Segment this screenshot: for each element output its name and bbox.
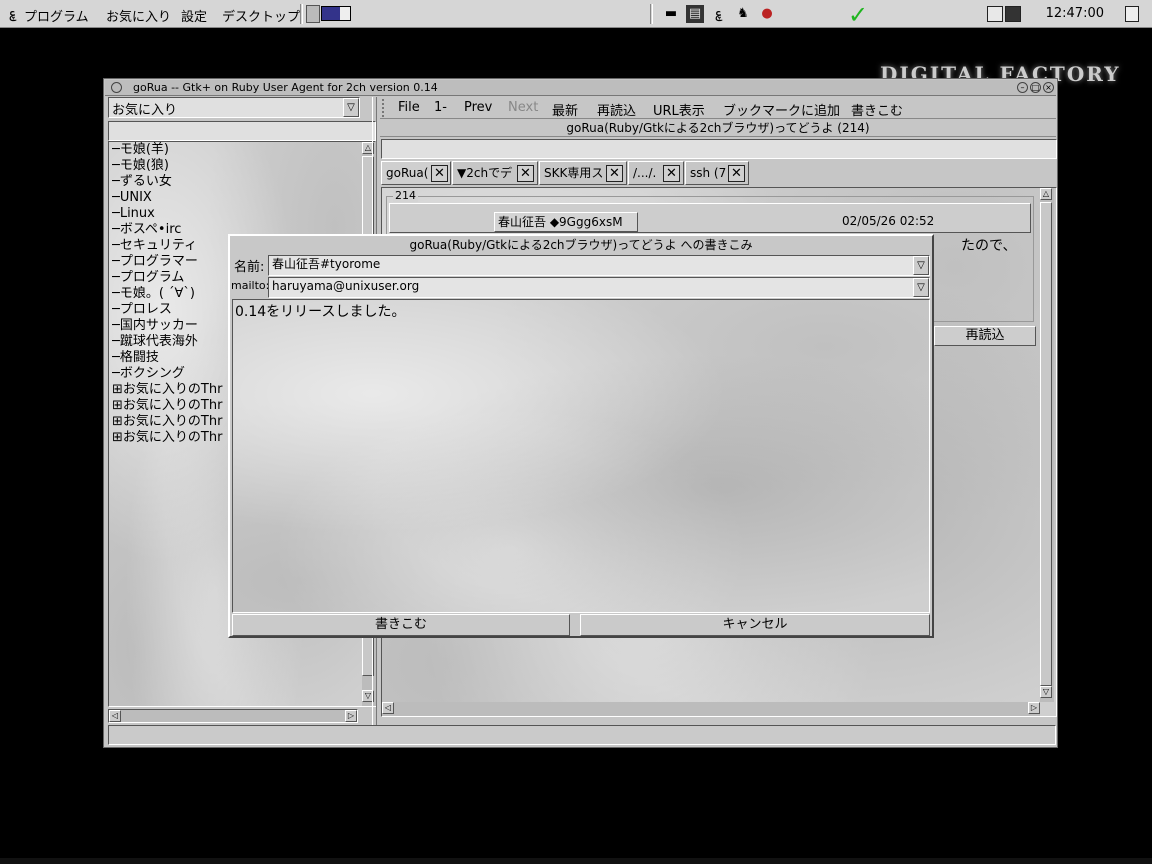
tab-ssh[interactable]: ssh (7 ✕ <box>685 161 749 185</box>
gnome-foot-launcher-icon[interactable]: ࢳ <box>710 5 728 23</box>
fish-icon[interactable]: ● <box>758 5 776 23</box>
workspace-2-icon[interactable] <box>1005 6 1021 22</box>
thread-vscrollbar[interactable]: △ ▽ <box>1040 188 1054 702</box>
post-number: 214 <box>393 189 418 202</box>
drive-icon[interactable]: ▬ <box>662 5 680 23</box>
panel-separator <box>300 4 303 24</box>
favorites-combo[interactable]: お気に入り ▽ <box>108 97 360 118</box>
scroll-left-icon[interactable]: ◁ <box>382 702 394 714</box>
tab-bar: goRua( ✕ ▼2chでデ ✕ SKK専用ス ✕ /.../. ✕ ssh … <box>381 161 1057 187</box>
cancel-button[interactable]: キャンセル <box>580 614 930 636</box>
panel-separator <box>650 4 653 24</box>
tab-label: ssh (7 <box>690 166 727 180</box>
message-text: 0.14をリリースしました。 <box>235 304 406 320</box>
minimize-icon[interactable]: – <box>1017 82 1028 93</box>
menu-programs[interactable]: プログラム <box>24 6 89 25</box>
menu-next[interactable]: Next <box>508 100 538 115</box>
mail-field[interactable]: haruyama@unixuser.org ▽ <box>268 277 930 298</box>
tree-hscrollbar[interactable]: ◁ ▷ <box>108 709 358 723</box>
submit-button[interactable]: 書きこむ <box>232 614 570 636</box>
tab-label: SKK専用ス <box>544 166 604 180</box>
bottom-taskbar[interactable] <box>0 858 1152 864</box>
top-panel: ࢳ プログラム お気に入り 設定 デスクトップ ▬ ▤ ࢳ ♞ ● ✓ 12:4… <box>0 0 1152 29</box>
tab-2ch[interactable]: ▼2chでデ ✕ <box>452 161 538 185</box>
close-tab-icon[interactable]: ✕ <box>606 165 623 182</box>
workspace-1-icon[interactable] <box>987 6 1003 22</box>
scroll-right-icon[interactable]: ▷ <box>1028 702 1040 714</box>
url-field[interactable] <box>381 139 1057 159</box>
menu-latest[interactable]: 最新 <box>552 100 578 119</box>
mail-label: mailto: <box>231 279 269 292</box>
post-header: 春山征吾 ◆9Ggg6xsM 02/05/26 02:52 <box>389 203 1031 233</box>
menu-write[interactable]: 書きこむ <box>851 100 903 119</box>
tree-item[interactable]: ─モ娘(狼) <box>112 158 352 174</box>
gnome-foot-icon[interactable]: ࢳ <box>4 5 22 23</box>
tree-item[interactable]: ─UNIX <box>112 190 352 206</box>
tree-item[interactable]: ─モ娘(羊) <box>112 142 352 158</box>
favorites-combo-value: お気に入り <box>112 103 178 118</box>
tab-label: goRua( <box>386 166 429 180</box>
menu-file[interactable]: File <box>398 100 420 115</box>
write-dialog: goRua(Ruby/Gtkによる2chブラウザ)ってどうよ への書きこみ 名前… <box>228 234 934 638</box>
message-textarea[interactable]: 0.14をリリースしました。 <box>232 299 930 613</box>
window-title: goRua -- Gtk+ on Ruby User Agent for 2ch… <box>133 81 438 94</box>
tree-item[interactable]: ─Linux <box>112 206 352 222</box>
thread-hscrollbar[interactable]: ◁ ▷ <box>382 702 1040 716</box>
status-bar <box>108 725 1056 745</box>
post-date: 02/05/26 02:52 <box>842 214 935 228</box>
tab-skk[interactable]: SKK専用ス ✕ <box>539 161 627 185</box>
window-menu-icon[interactable] <box>111 82 122 93</box>
menu-desktop[interactable]: デスクトップ <box>222 6 300 25</box>
close-icon[interactable]: × <box>1043 82 1054 93</box>
name-label: 名前: <box>234 260 265 275</box>
tab-slashdot[interactable]: /.../. ✕ <box>628 161 684 185</box>
menu-first[interactable]: 1- <box>434 100 447 115</box>
menu-prev[interactable]: Prev <box>464 100 492 115</box>
close-tab-icon[interactable]: ✕ <box>728 165 745 182</box>
tab-label: ▼2chでデ <box>457 166 513 180</box>
menubar: File 1- Prev Next 最新 再読込 URL表示 ブックマークに追加… <box>380 97 1056 119</box>
gimp-icon[interactable]: ♞ <box>734 5 752 23</box>
reload-button[interactable]: 再読込 <box>934 326 1036 346</box>
scroll-down-icon[interactable]: ▽ <box>1040 686 1052 698</box>
scroll-up-icon[interactable]: △ <box>1040 188 1052 200</box>
menu-url[interactable]: URL表示 <box>653 100 705 119</box>
window-titlebar[interactable]: goRua -- Gtk+ on Ruby User Agent for 2ch… <box>105 80 1056 96</box>
volume-icon[interactable] <box>306 5 320 23</box>
thread-title: goRua(Ruby/Gtkによる2chブラウザ)ってどうよ (214) <box>380 120 1056 137</box>
menu-favorites[interactable]: お気に入り <box>106 6 171 25</box>
maximize-icon[interactable]: □ <box>1030 82 1041 93</box>
tab-label: /.../. <box>633 166 657 180</box>
panel-hide-button[interactable] <box>1125 6 1139 22</box>
chevron-down-icon[interactable]: ▽ <box>913 278 929 297</box>
name-field-value: 春山征吾#tyorome <box>272 257 381 271</box>
close-tab-icon[interactable]: ✕ <box>431 165 448 182</box>
clock[interactable]: 12:47:00 <box>1046 6 1104 21</box>
thread-scroll-thumb[interactable] <box>1040 202 1052 686</box>
menu-settings[interactable]: 設定 <box>181 6 207 25</box>
tree-item[interactable]: ─ずるい女 <box>112 174 352 190</box>
checkmark-icon[interactable]: ✓ <box>848 1 868 29</box>
left-filter-field[interactable] <box>108 121 376 141</box>
chevron-down-icon[interactable]: ▽ <box>343 98 359 117</box>
menu-bookmark[interactable]: ブックマークに追加 <box>723 100 840 119</box>
tab-gorua[interactable]: goRua( ✕ <box>381 161 451 185</box>
name-field[interactable]: 春山征吾#tyorome ▽ <box>268 255 930 276</box>
poster-name[interactable]: 春山征吾 ◆9Ggg6xsM <box>494 212 638 232</box>
scroll-left-icon[interactable]: ◁ <box>109 710 121 722</box>
close-tab-icon[interactable]: ✕ <box>517 165 534 182</box>
close-tab-icon[interactable]: ✕ <box>663 165 680 182</box>
post-body: たので、 <box>961 238 1017 254</box>
menubar-handle[interactable] <box>382 99 388 117</box>
dialog-title: goRua(Ruby/Gtkによる2chブラウザ)ってどうよ への書きこみ <box>409 238 753 252</box>
scroll-right-icon[interactable]: ▷ <box>345 710 357 722</box>
terminal-icon[interactable]: ▤ <box>686 5 704 23</box>
menu-reload[interactable]: 再読込 <box>597 100 636 119</box>
mail-field-value: haruyama@unixuser.org <box>272 279 420 293</box>
volume-slider[interactable] <box>321 6 351 21</box>
chevron-down-icon[interactable]: ▽ <box>913 256 929 275</box>
